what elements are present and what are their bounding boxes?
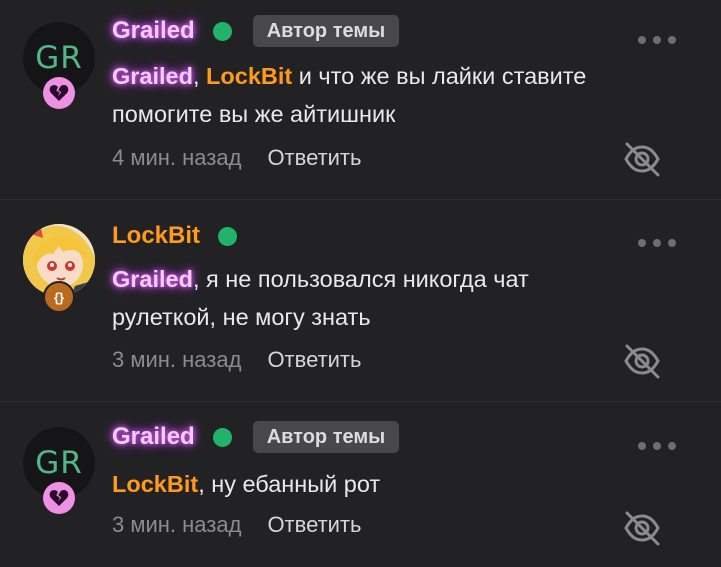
comment: GR Grailed Автор темы LockBit, ну ебанны… (0, 402, 721, 567)
more-options-icon[interactable] (638, 441, 676, 451)
eye-off-icon[interactable] (622, 508, 662, 548)
timestamp: 3 мин. назад (112, 347, 242, 372)
online-indicator (218, 226, 238, 246)
reply-button[interactable]: Ответить (267, 347, 361, 373)
eye-off-icon[interactable] (622, 139, 662, 179)
author-name[interactable]: Grailed (112, 422, 195, 452)
timestamp: 3 мин. назад (112, 512, 242, 537)
comment: {} LockBit Grailed, я не пользовался ник… (0, 200, 721, 400)
separator: , (192, 63, 200, 89)
eye-off-icon[interactable] (622, 341, 662, 381)
comment-text-rest: , ну ебанный рот (198, 471, 381, 497)
comment-header: LockBit (112, 221, 238, 251)
comment-text: Grailed, я не пользовался никогда чат ру… (112, 260, 592, 336)
more-options-icon[interactable] (638, 238, 676, 248)
mention[interactable]: LockBit (206, 63, 292, 89)
code-braces-icon: {} (43, 281, 75, 313)
comment-text: LockBit, ну ебанный рот (112, 465, 592, 503)
comment-meta: 4 мин. назад Ответить (112, 143, 361, 173)
mention[interactable]: LockBit (112, 471, 198, 497)
author-tag: Автор темы (252, 421, 400, 453)
comment-meta: 3 мин. назад Ответить (112, 345, 361, 375)
online-indicator (212, 427, 232, 447)
author-name[interactable]: Grailed (112, 16, 195, 46)
more-options-icon[interactable] (638, 35, 676, 45)
comment: GR Grailed Автор темы Grailed, LockBit и… (0, 0, 721, 200)
badge-text: {} (53, 289, 65, 305)
reply-button[interactable]: Ответить (267, 145, 361, 171)
broken-heart-icon (43, 482, 75, 514)
author-name[interactable]: LockBit (112, 221, 200, 251)
mention[interactable]: Grailed (112, 63, 193, 89)
online-indicator (212, 21, 232, 41)
mention[interactable]: Grailed (112, 266, 193, 292)
comment-header: Grailed Автор темы (112, 15, 400, 47)
reply-button[interactable]: Ответить (267, 512, 361, 538)
timestamp: 4 мин. назад (112, 145, 242, 170)
comment-meta: 3 мин. назад Ответить (112, 510, 361, 540)
author-tag: Автор темы (252, 15, 400, 47)
broken-heart-icon (43, 77, 75, 109)
comment-header: Grailed Автор темы (112, 421, 400, 453)
comment-text: Grailed, LockBit и что же вы лайки стави… (112, 57, 592, 133)
